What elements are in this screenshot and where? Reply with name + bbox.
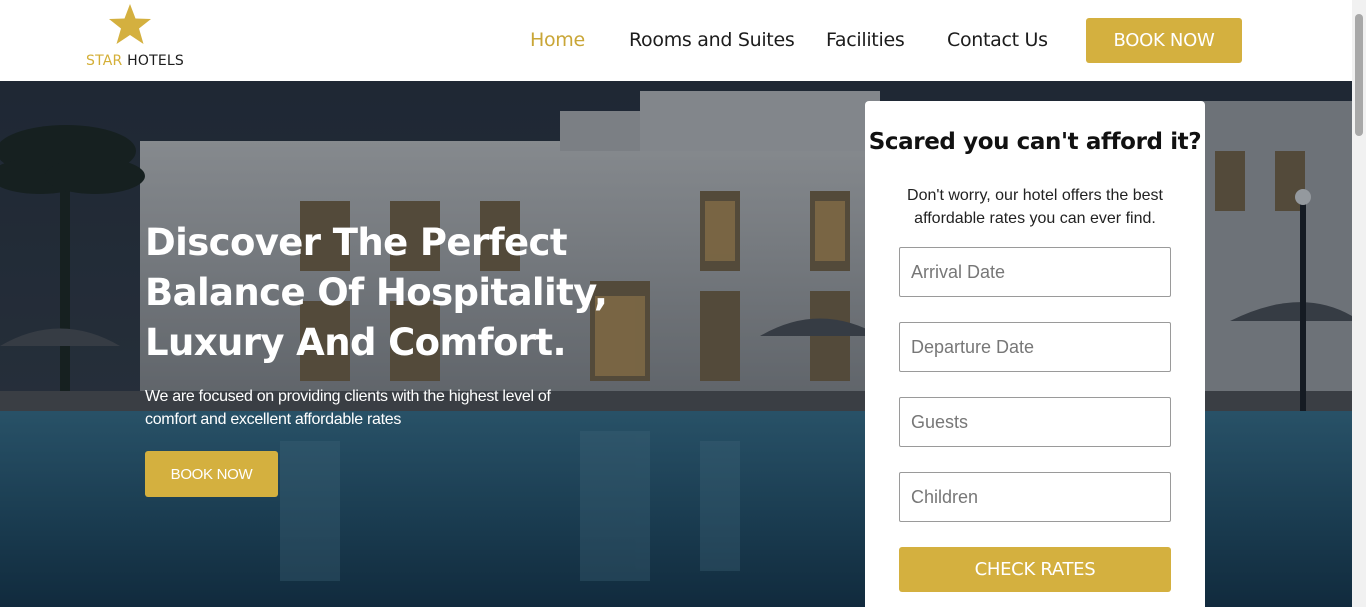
hero-title: Discover The Perfect Balance Of Hospital…: [145, 221, 608, 364]
nav-item-contact-us[interactable]: Contact Us: [947, 29, 1048, 51]
nav-item-home[interactable]: Home: [530, 29, 585, 51]
arrival-date-input[interactable]: [899, 247, 1171, 297]
scrollbar-thumb[interactable]: [1355, 14, 1363, 136]
nav-item-facilities[interactable]: Facilities: [826, 29, 905, 51]
site-header: STAR HOTELS Home Rooms and Suites Facili…: [0, 0, 1352, 81]
booking-card: Scared you can't afford it? Don't worry,…: [865, 101, 1205, 607]
brand-name: STAR HOTELS: [86, 53, 184, 69]
booking-card-title: Scared you can't afford it?: [868, 129, 1202, 155]
nav-item-rooms-and-suites[interactable]: Rooms and Suites: [629, 29, 795, 51]
hero-book-now-button[interactable]: BOOK NOW: [145, 451, 278, 497]
children-input[interactable]: [899, 472, 1171, 522]
hero-subtitle: We are focused on providing clients with…: [145, 388, 551, 428]
page-scrollbar[interactable]: [1352, 0, 1366, 607]
brand-logo[interactable]: STAR HOTELS: [86, 2, 186, 72]
hero-section: Discover The Perfect Balance Of Hospital…: [0, 81, 1352, 607]
header-book-now-button[interactable]: BOOK NOW: [1086, 18, 1242, 63]
star-icon: [109, 4, 151, 44]
booking-card-text: Don't worry, our hotel offers the best a…: [907, 187, 1163, 227]
brand-star-word: STAR: [86, 53, 123, 69]
brand-hotels-word: HOTELS: [127, 53, 184, 69]
check-rates-button[interactable]: CHECK RATES: [899, 547, 1171, 592]
departure-date-input[interactable]: [899, 322, 1171, 372]
guests-input[interactable]: [899, 397, 1171, 447]
